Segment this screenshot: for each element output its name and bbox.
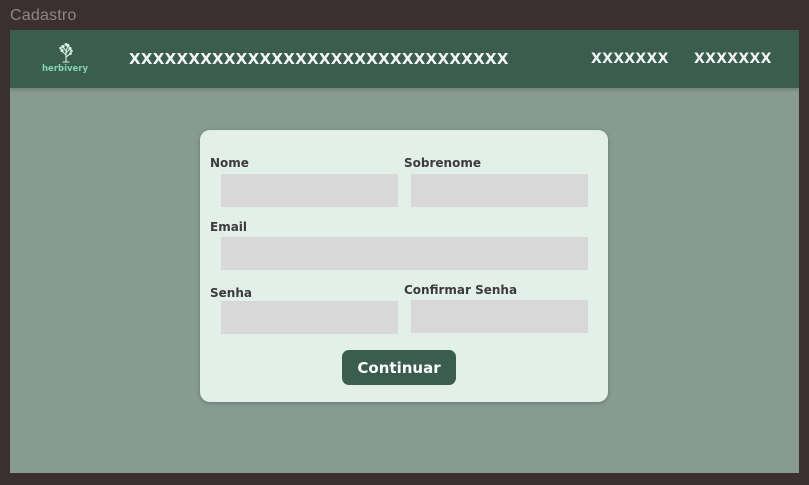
confirmar-senha-label: Confirmar Senha <box>404 283 518 297</box>
email-input[interactable] <box>221 237 588 270</box>
nav-link-1[interactable]: XXXXXXX <box>591 51 669 67</box>
email-label: Email <box>210 220 248 234</box>
header-bar: herbivery XXXXXXXXXXXXXXXXXXXXXXXXXXXXXX… <box>10 30 799 88</box>
logo-text: herbivery <box>42 64 89 74</box>
sobrenome-input[interactable] <box>411 174 588 207</box>
sobrenome-label: Sobrenome <box>404 156 481 170</box>
senha-input[interactable] <box>221 301 398 334</box>
nome-label: Nome <box>210 156 249 170</box>
nome-input[interactable] <box>221 174 398 207</box>
logo[interactable]: herbivery <box>38 40 98 80</box>
app-screen: herbivery XXXXXXXXXXXXXXXXXXXXXXXXXXXXXX… <box>10 30 799 473</box>
header-title: XXXXXXXXXXXXXXXXXXXXXXXXXXXXXXXX <box>129 50 509 68</box>
continue-button[interactable]: Continuar <box>342 350 456 385</box>
confirmar-senha-input[interactable] <box>411 300 588 333</box>
signup-form-card: Nome Sobrenome Email Senha Confirmar Sen… <box>200 130 608 402</box>
nav-link-2[interactable]: XXXXXXX <box>694 51 772 67</box>
tree-icon <box>59 43 73 63</box>
window-title: Cadastro <box>10 7 77 24</box>
senha-label: Senha <box>210 286 252 300</box>
